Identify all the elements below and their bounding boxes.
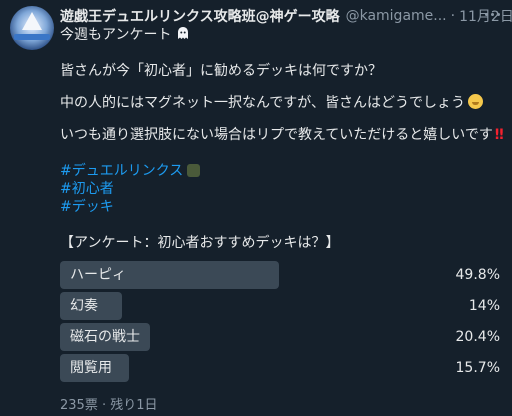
double-exclamation-icon: ‼ (494, 127, 504, 143)
more-options-icon[interactable] (478, 4, 506, 24)
avatar-band (14, 34, 50, 40)
poll-option-percent: 49.8% (455, 267, 500, 283)
face-emoji-icon (468, 94, 484, 109)
poll-title: 【アンケート：初心者おすすめデッキは？】 (60, 235, 340, 251)
poll-option-label[interactable]: 閲覧用 (70, 354, 112, 382)
separator-dot: · (450, 8, 456, 24)
tweet-line-3: 中の人的にはマグネット一択なんですが、皆さんはどうでしょう (60, 94, 484, 112)
tweet-line-4: いつも通り選択肢にない場合はリプで教えていただけると嬉しいです ‼ (60, 126, 504, 144)
tweet-text-request: いつも通り選択肢にない場合はリプで教えていただけると嬉しいです (60, 127, 493, 143)
hashtag-duel-links[interactable]: #デュエルリンクス (60, 163, 183, 179)
tweet-text-intro: 今週もアンケート (60, 27, 172, 43)
poll-option-label[interactable]: ハーピィ (70, 261, 126, 289)
user-handle[interactable]: @kamigame... (346, 8, 447, 24)
hashtag-deck[interactable]: #デッキ (60, 198, 114, 216)
poll-option-percent: 15.7% (455, 360, 500, 376)
tweet-header: 遊戯王デュエルリンクス攻略班@神ゲー攻略 @kamigame... · 11月2… (60, 6, 512, 26)
card-emoji-icon (187, 164, 201, 177)
poll-footer: 235票 · 残り1日 (60, 398, 158, 413)
display-name[interactable]: 遊戯王デュエルリンクス攻略班@神ゲー攻略 (60, 6, 340, 26)
ghost-emoji-icon (178, 27, 189, 39)
poll-option-label[interactable]: 幻奏 (70, 292, 98, 320)
poll-option-label[interactable]: 磁石の戦士 (70, 323, 140, 351)
hashtag-beginner[interactable]: #初心者 (60, 180, 114, 198)
tweet-line-1: 今週もアンケート (60, 26, 190, 44)
tweet-line-2: 皆さんが今「初心者」に勧めるデッキは何ですか？ (60, 63, 382, 79)
tweet-text-opinion: 中の人的にはマグネット一択なんですが、皆さんはどうでしょう (60, 95, 466, 111)
hashtag-line-1: #デュエルリンクス (60, 162, 201, 180)
poll-option-percent: 20.4% (455, 329, 500, 345)
avatar-mountain-shape (22, 12, 42, 30)
poll-option-percent: 14% (468, 298, 500, 314)
avatar[interactable] (10, 6, 54, 50)
